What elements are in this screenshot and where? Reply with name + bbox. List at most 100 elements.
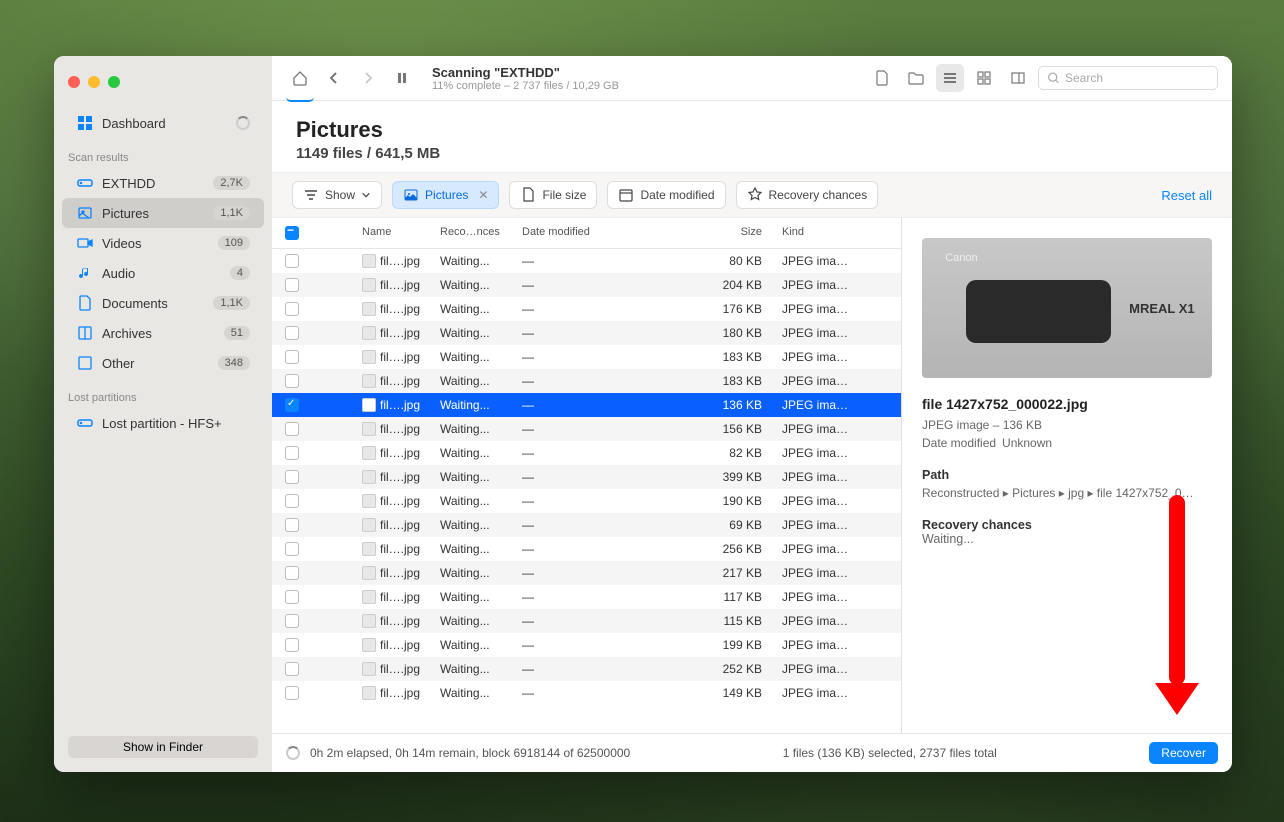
row-checkbox[interactable] bbox=[285, 422, 299, 436]
col-kind[interactable]: Kind bbox=[774, 224, 901, 242]
preview-recovery-value: Waiting... bbox=[922, 532, 1212, 546]
table-row[interactable]: fil….jpgWaiting...—190 KBJPEG ima… bbox=[272, 489, 901, 513]
row-checkbox[interactable] bbox=[285, 614, 299, 628]
search-input[interactable]: Search bbox=[1038, 66, 1218, 90]
table-row[interactable]: fil….jpgWaiting...—117 KBJPEG ima… bbox=[272, 585, 901, 609]
table-body[interactable]: fil….jpgWaiting...—80 KBJPEG ima…fil….jp… bbox=[272, 249, 901, 733]
row-checkbox[interactable] bbox=[285, 398, 299, 412]
table-row[interactable]: fil….jpgWaiting...—183 KBJPEG ima… bbox=[272, 345, 901, 369]
table-row[interactable]: fil….jpgWaiting...—156 KBJPEG ima… bbox=[272, 417, 901, 441]
col-size[interactable]: Size bbox=[674, 224, 774, 242]
cell-size: 176 KB bbox=[674, 302, 774, 316]
row-checkbox[interactable] bbox=[285, 638, 299, 652]
sidebar-badge: 51 bbox=[224, 326, 250, 340]
sidebar-lost-partition[interactable]: Lost partition - HFS+ bbox=[62, 408, 264, 438]
panel-toggle-button[interactable] bbox=[1004, 64, 1032, 92]
back-button[interactable] bbox=[320, 64, 348, 92]
table-row[interactable]: fil….jpgWaiting...—82 KBJPEG ima… bbox=[272, 441, 901, 465]
row-checkbox[interactable] bbox=[285, 470, 299, 484]
date-modified-filter[interactable]: Date modified bbox=[607, 181, 725, 209]
pictures-filter-chip[interactable]: Pictures ✕ bbox=[392, 181, 499, 209]
col-recovery[interactable]: Reco…nces bbox=[432, 224, 514, 242]
sidebar-dashboard[interactable]: Dashboard bbox=[62, 108, 264, 138]
pause-button[interactable] bbox=[388, 64, 416, 92]
sidebar-item-documents[interactable]: Documents1,1K bbox=[62, 288, 264, 318]
file-icon bbox=[362, 326, 376, 340]
sidebar-label: Documents bbox=[102, 296, 213, 311]
maximize-button[interactable] bbox=[108, 76, 120, 88]
col-date[interactable]: Date modified bbox=[514, 224, 674, 242]
recovery-chances-filter[interactable]: Recovery chances bbox=[736, 181, 879, 209]
drive-icon bbox=[76, 174, 94, 192]
col-name[interactable]: Name bbox=[312, 224, 432, 242]
master-checkbox[interactable] bbox=[272, 224, 312, 242]
row-checkbox[interactable] bbox=[285, 686, 299, 700]
home-button[interactable] bbox=[286, 74, 314, 102]
row-checkbox[interactable] bbox=[285, 302, 299, 316]
table-row[interactable]: fil….jpgWaiting...—399 KBJPEG ima… bbox=[272, 465, 901, 489]
table-row[interactable]: fil….jpgWaiting...—180 KBJPEG ima… bbox=[272, 321, 901, 345]
preview-path-label: Path bbox=[922, 468, 1212, 482]
table-row[interactable]: fil….jpgWaiting...—69 KBJPEG ima… bbox=[272, 513, 901, 537]
table-row[interactable]: fil….jpgWaiting...—149 KBJPEG ima… bbox=[272, 681, 901, 705]
forward-button[interactable] bbox=[354, 64, 382, 92]
table-row[interactable]: fil….jpgWaiting...—252 KBJPEG ima… bbox=[272, 657, 901, 681]
cell-size: 80 KB bbox=[674, 254, 774, 268]
sidebar-item-other[interactable]: Other348 bbox=[62, 348, 264, 378]
file-view-button[interactable] bbox=[868, 64, 896, 92]
sidebar-item-archives[interactable]: Archives51 bbox=[62, 318, 264, 348]
chevron-down-icon bbox=[361, 187, 371, 203]
row-checkbox[interactable] bbox=[285, 350, 299, 364]
table-row[interactable]: fil….jpgWaiting...—217 KBJPEG ima… bbox=[272, 561, 901, 585]
cell-size: 149 KB bbox=[674, 686, 774, 700]
sidebar-item-pictures[interactable]: Pictures1,1K bbox=[62, 198, 264, 228]
row-checkbox[interactable] bbox=[285, 518, 299, 532]
row-checkbox[interactable] bbox=[285, 326, 299, 340]
sidebar-item-exthdd[interactable]: EXTHDD2,7K bbox=[62, 168, 264, 198]
filter-bar: Show Pictures ✕ File size Date modified … bbox=[272, 172, 1232, 218]
file-icon bbox=[362, 374, 376, 388]
cell-size: 190 KB bbox=[674, 494, 774, 508]
cell-date: — bbox=[514, 614, 674, 628]
sidebar-item-videos[interactable]: Videos109 bbox=[62, 228, 264, 258]
cell-date: — bbox=[514, 374, 674, 388]
row-checkbox[interactable] bbox=[285, 278, 299, 292]
show-in-finder-button[interactable]: Show in Finder bbox=[68, 736, 258, 758]
sidebar-badge: 348 bbox=[218, 356, 250, 370]
row-checkbox[interactable] bbox=[285, 446, 299, 460]
search-placeholder: Search bbox=[1065, 71, 1103, 85]
row-checkbox[interactable] bbox=[285, 542, 299, 556]
remove-chip-icon[interactable]: ✕ bbox=[478, 188, 488, 202]
reset-all-button[interactable]: Reset all bbox=[1161, 188, 1212, 203]
table-row[interactable]: fil….jpgWaiting...—183 KBJPEG ima… bbox=[272, 369, 901, 393]
table-row[interactable]: fil….jpgWaiting...—199 KBJPEG ima… bbox=[272, 633, 901, 657]
row-checkbox[interactable] bbox=[285, 254, 299, 268]
cell-size: 117 KB bbox=[674, 590, 774, 604]
row-checkbox[interactable] bbox=[285, 590, 299, 604]
table-row[interactable]: fil….jpgWaiting...—204 KBJPEG ima… bbox=[272, 273, 901, 297]
table-row[interactable]: fil….jpgWaiting...—80 KBJPEG ima… bbox=[272, 249, 901, 273]
row-checkbox[interactable] bbox=[285, 494, 299, 508]
cell-size: 204 KB bbox=[674, 278, 774, 292]
row-checkbox[interactable] bbox=[285, 566, 299, 580]
show-filter[interactable]: Show bbox=[292, 181, 382, 209]
row-checkbox[interactable] bbox=[285, 374, 299, 388]
file-icon bbox=[362, 638, 376, 652]
video-icon bbox=[76, 234, 94, 252]
recover-button[interactable]: Recover bbox=[1149, 742, 1218, 764]
cell-name: fil….jpg bbox=[312, 254, 432, 269]
row-checkbox[interactable] bbox=[285, 662, 299, 676]
file-size-filter[interactable]: File size bbox=[509, 181, 597, 209]
scan-subtitle: 11% complete – 2 737 files / 10,29 GB bbox=[432, 80, 619, 92]
list-view-button[interactable] bbox=[936, 64, 964, 92]
sidebar-item-audio[interactable]: Audio4 bbox=[62, 258, 264, 288]
sidebar-label: EXTHDD bbox=[102, 176, 213, 191]
table-row[interactable]: fil….jpgWaiting...—115 KBJPEG ima… bbox=[272, 609, 901, 633]
close-button[interactable] bbox=[68, 76, 80, 88]
minimize-button[interactable] bbox=[88, 76, 100, 88]
table-row[interactable]: fil….jpgWaiting...—176 KBJPEG ima… bbox=[272, 297, 901, 321]
folder-view-button[interactable] bbox=[902, 64, 930, 92]
table-row[interactable]: fil….jpgWaiting...—256 KBJPEG ima… bbox=[272, 537, 901, 561]
grid-view-button[interactable] bbox=[970, 64, 998, 92]
table-row[interactable]: fil….jpgWaiting...—136 KBJPEG ima… bbox=[272, 393, 901, 417]
